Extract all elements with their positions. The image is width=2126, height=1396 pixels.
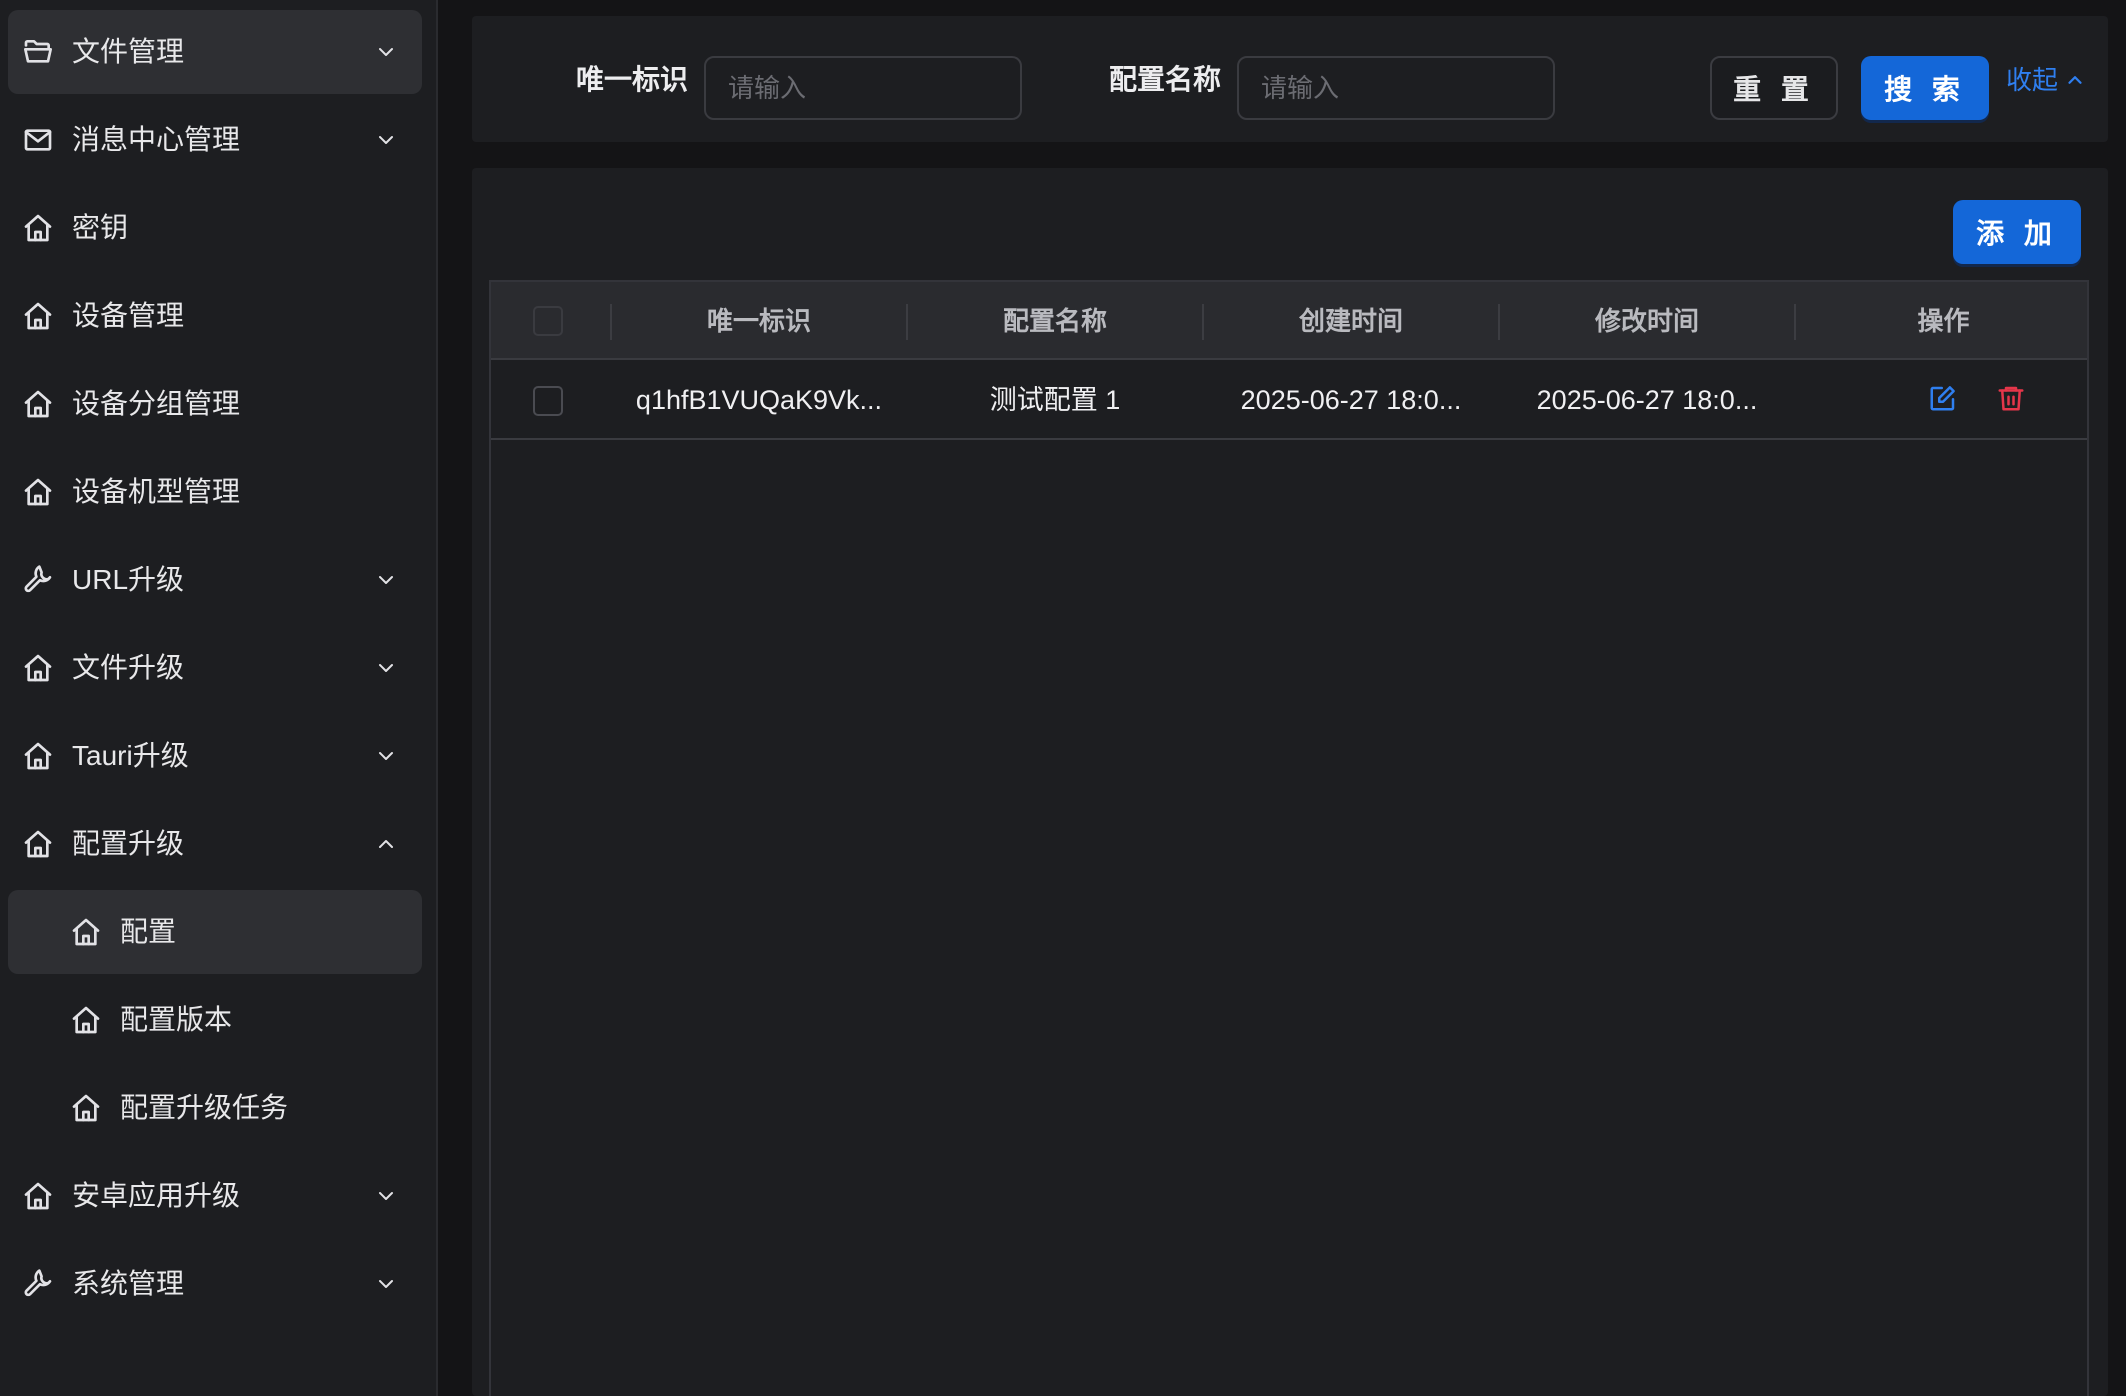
sidebar-item-label: Tauri升级 [72, 740, 189, 771]
sidebar-item-device-group[interactable]: 设备分组管理 [8, 362, 422, 446]
home-icon [24, 302, 52, 330]
sidebar-item-system-management[interactable]: 系统管理 [8, 1242, 422, 1326]
cell-name: 测试配置 1 [989, 385, 1121, 415]
sidebar-item-label: 密钥 [72, 212, 129, 243]
collapse-label: 收起 [2006, 65, 2059, 95]
name-search-input[interactable] [1237, 56, 1555, 120]
chevron-down-icon [379, 576, 393, 584]
column-header-modified[interactable]: 修改时间 [1500, 282, 1794, 360]
sidebar-item-config[interactable]: 配置 [8, 890, 422, 974]
home-icon [24, 390, 52, 418]
column-header-id[interactable]: 唯一标识 [612, 282, 906, 360]
row-checkbox[interactable] [533, 386, 563, 416]
home-icon [72, 1006, 100, 1034]
column-header-actions: 操作 [1917, 306, 1970, 336]
id-filter-label: 唯一标识 [576, 64, 689, 95]
sidebar-item-url-upgrade[interactable]: URL升级 [8, 538, 422, 622]
column-header-name[interactable]: 配置名称 [908, 282, 1202, 360]
home-icon [24, 742, 52, 770]
wrench-icon [24, 1269, 52, 1297]
sidebar-item-label: 配置升级任务 [120, 1092, 289, 1123]
select-all-checkbox[interactable] [533, 306, 563, 336]
cell-id: q1hfB1VUQaK9Vk... [635, 385, 883, 415]
table-row: q1hfB1VUQaK9Vk... 测试配置 1 2025-06-27 18:0… [491, 360, 2087, 440]
cell-created: 2025-06-27 18:0... [1240, 385, 1462, 415]
sidebar-item-config-version[interactable]: 配置版本 [8, 978, 422, 1062]
sidebar-item-android-upgrade[interactable]: 安卓应用升级 [8, 1154, 422, 1238]
sidebar-item-label: 消息中心管理 [72, 124, 241, 155]
chevron-down-icon [379, 48, 393, 56]
folder-open-icon [24, 40, 52, 63]
sidebar-item-config-upgrade-task[interactable]: 配置升级任务 [8, 1066, 422, 1150]
home-icon [24, 654, 52, 682]
home-icon [24, 1182, 52, 1210]
home-icon [72, 918, 100, 946]
sidebar-item-file-upgrade[interactable]: 文件升级 [8, 626, 422, 710]
sidebar-item-label: 系统管理 [72, 1268, 185, 1299]
mail-icon [24, 129, 52, 151]
home-icon [24, 478, 52, 506]
chevron-down-icon [379, 1192, 393, 1200]
sidebar-item-message-center[interactable]: 消息中心管理 [8, 98, 422, 182]
sidebar-item-label: 配置升级 [72, 828, 185, 859]
table-panel: 添 加 唯一标识 配置名称 创建时间 修改时间 操作 q1hfB1VUQaK9V… [472, 168, 2108, 1396]
chevron-down-icon [379, 1280, 393, 1288]
edit-icon[interactable] [1928, 383, 1958, 413]
sidebar-item-label: 配置 [120, 916, 177, 947]
sidebar-item-label: 设备机型管理 [72, 476, 241, 507]
collapse-link[interactable]: 收起 [2006, 16, 2086, 144]
sidebar-item-label: URL升级 [72, 564, 185, 595]
column-header-created[interactable]: 创建时间 [1204, 282, 1498, 360]
wrench-icon [24, 565, 52, 593]
sidebar-item-label: 设备分组管理 [72, 388, 241, 419]
chevron-down-icon [379, 664, 393, 672]
sidebar: 文件管理 消息中心管理 密钥 设备管理 设备分组管理 设备机型管理 URL升级 … [0, 0, 438, 1396]
search-button[interactable]: 搜 索 [1861, 56, 1989, 120]
sidebar-item-label: 文件升级 [72, 652, 185, 683]
reset-button[interactable]: 重 置 [1710, 56, 1838, 120]
home-icon [72, 1094, 100, 1122]
home-icon [24, 214, 52, 242]
table-header: 唯一标识 配置名称 创建时间 修改时间 操作 [491, 282, 2087, 360]
sidebar-item-device-model[interactable]: 设备机型管理 [8, 450, 422, 534]
name-filter-label: 配置名称 [1109, 64, 1222, 95]
sidebar-item-file-management[interactable]: 文件管理 [8, 10, 422, 94]
chevron-up-icon [379, 840, 393, 848]
sidebar-item-keys[interactable]: 密钥 [8, 186, 422, 270]
sidebar-item-label: 设备管理 [72, 300, 185, 331]
search-panel: 唯一标识 配置名称 重 置 搜 索 收起 [472, 16, 2108, 142]
chevron-down-icon [379, 752, 393, 760]
sidebar-item-config-upgrade[interactable]: 配置升级 [8, 802, 422, 886]
sidebar-item-label: 安卓应用升级 [72, 1180, 241, 1211]
add-button[interactable]: 添 加 [1953, 200, 2081, 264]
cell-modified: 2025-06-27 18:0... [1536, 385, 1758, 415]
delete-icon[interactable] [1996, 383, 2026, 413]
chevron-down-icon [379, 136, 393, 144]
home-icon [24, 830, 52, 858]
sidebar-item-device-management[interactable]: 设备管理 [8, 274, 422, 358]
sidebar-item-tauri-upgrade[interactable]: Tauri升级 [8, 714, 422, 798]
chevron-up-icon [2068, 76, 2082, 84]
config-table: 唯一标识 配置名称 创建时间 修改时间 操作 q1hfB1VUQaK9Vk...… [489, 280, 2089, 1396]
sidebar-item-label: 文件管理 [72, 36, 185, 67]
sidebar-item-label: 配置版本 [120, 1004, 233, 1035]
id-search-input[interactable] [704, 56, 1022, 120]
